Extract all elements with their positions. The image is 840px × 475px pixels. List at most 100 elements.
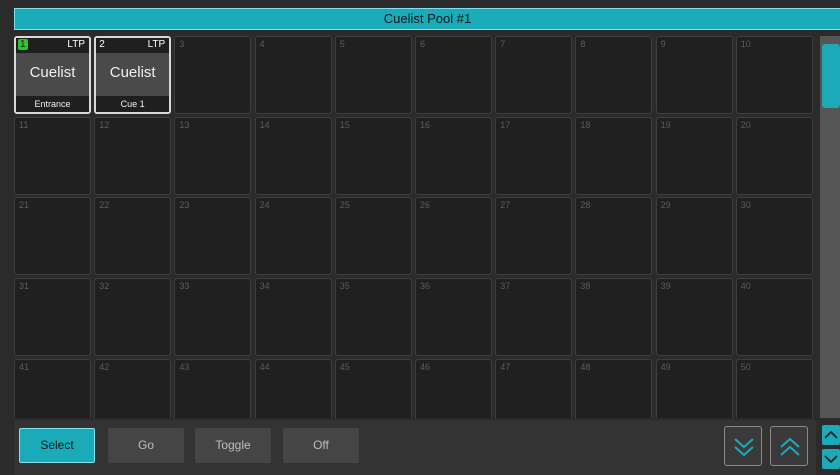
cell-number: 44 [259,361,270,372]
cuelist-pool-cell[interactable]: 9 [655,36,733,114]
cell-label: Entrance [16,96,89,112]
cell-number: 25 [339,200,350,211]
pool-title: Cuelist Pool #1 [383,11,472,26]
cell-number: 40 [740,281,751,292]
cuelist-pool-cell[interactable]: 8 [575,36,653,114]
cuelist-pool-cell[interactable]: 15 [334,116,412,195]
cell-number: 32 [99,281,110,292]
cuelist-pool-cell[interactable]: 43 [174,358,252,418]
cuelist-pool-cell[interactable]: 11 [14,116,91,195]
cell-number: 43 [179,361,190,372]
cuelist-pool-cell[interactable]: 45 [334,358,412,418]
cuelist-pool-cell[interactable]: 31 [14,278,91,357]
toggle-button[interactable]: Toggle [195,428,271,463]
pool-scrollbar[interactable] [820,36,840,418]
cuelist-pool-cell[interactable]: 16 [415,116,492,195]
cell-mode: LTP [147,39,166,50]
cell-title: Cuelist [29,64,76,81]
scroll-up-button[interactable] [822,425,840,445]
cuelist-pool-grid: 1 LTP Cuelist Entrance 2 LTP Cuelist Cue 134567… [14,36,816,418]
cuelist-pool-cell[interactable]: 38 [575,278,653,357]
cuelist-pool-cell[interactable]: 2 LTP Cuelist Cue 1 [94,36,172,114]
cuelist-pool-cell[interactable]: 48 [575,358,653,418]
page-up-button[interactable] [770,426,808,466]
cuelist-pool-cell[interactable]: 50 [735,358,813,418]
cell-number: 29 [660,200,671,211]
cuelist-pool-cell[interactable]: 42 [94,358,172,418]
cuelist-pool-cell[interactable]: 13 [174,116,252,195]
cell-number: 10 [740,39,751,49]
cuelist-pool-cell[interactable]: 35 [334,278,412,357]
cuelist-pool-cell[interactable]: 49 [655,358,733,418]
cell-number: 22 [99,200,110,211]
cuelist-pool-cell[interactable]: 17 [495,116,573,195]
cell-label: Cue 1 [96,96,170,112]
cuelist-pool-cell[interactable]: 44 [254,358,332,418]
cuelist-pool-cell[interactable]: 27 [495,197,573,276]
cell-number: 16 [420,119,431,130]
cuelist-pool-cell[interactable]: 1 LTP Cuelist Entrance [14,36,91,114]
cell-number: 12 [99,119,110,130]
cell-number: 24 [259,200,270,211]
cuelist-pool-cell[interactable]: 3 [174,36,252,114]
cell-number: 31 [19,281,30,292]
chevron-down-icon [824,455,838,464]
cell-number: 42 [99,361,110,372]
cell-number: 27 [500,200,511,211]
cuelist-pool-cell[interactable]: 32 [94,278,172,357]
cuelist-pool-cell[interactable]: 10 [735,36,813,114]
go-button[interactable]: Go [108,428,184,463]
cuelist-pool-cell[interactable]: 46 [415,358,492,418]
cuelist-pool-cell[interactable]: 33 [174,278,252,357]
off-button[interactable]: Off [283,428,359,463]
cuelist-pool-cell[interactable]: 4 [254,36,332,114]
cuelist-pool-cell[interactable]: 47 [495,358,573,418]
cuelist-pool-cell[interactable]: 7 [495,36,573,114]
cuelist-pool-cell[interactable]: 30 [735,197,813,276]
cuelist-pool-cell[interactable]: 6 [415,36,492,114]
cuelist-pool-cell[interactable]: 23 [174,197,252,276]
cuelist-pool-cell[interactable]: 39 [655,278,733,357]
cuelist-pool-cell[interactable]: 20 [735,116,813,195]
cell-number: 18 [580,119,591,130]
cuelist-pool-cell[interactable]: 21 [14,197,91,276]
cuelist-pool-cell[interactable]: 12 [94,116,172,195]
cell-number: 41 [19,361,30,372]
cell-number: 30 [740,200,751,211]
cell-number: 11 [19,119,29,130]
cell-number: 5 [339,39,345,49]
cell-number: 8 [580,39,586,49]
cuelist-pool-cell[interactable]: 25 [334,197,412,276]
cell-number: 45 [339,361,350,372]
scroll-down-button[interactable] [822,449,840,469]
cell-number: 3 [179,39,185,49]
cuelist-pool-cell[interactable]: 22 [94,197,172,276]
cuelist-pool-cell[interactable]: 40 [735,278,813,357]
scrollbar-thumb[interactable] [822,44,840,108]
pool-toolbar: Select Go Toggle Off [14,420,816,475]
cuelist-pool-cell[interactable]: 5 [334,36,412,114]
select-button[interactable]: Select [19,428,95,463]
cuelist-pool-cell[interactable]: 14 [254,116,332,195]
cuelist-pool-cell[interactable]: 34 [254,278,332,357]
cell-number: 46 [420,361,431,372]
pool-title-bar: Cuelist Pool #1 [14,8,840,30]
page-down-button[interactable] [724,426,762,466]
cell-number: 20 [740,119,751,130]
cuelist-pool-cell[interactable]: 26 [415,197,492,276]
cuelist-pool-cell[interactable]: 36 [415,278,492,357]
cuelist-pool-cell[interactable]: 24 [254,197,332,276]
cell-number: 33 [179,281,190,292]
cuelist-pool-cell[interactable]: 29 [655,197,733,276]
double-chevron-down-icon [734,438,754,457]
cuelist-pool-cell[interactable]: 37 [495,278,573,357]
cuelist-pool-cell[interactable]: 19 [655,116,733,195]
cuelist-pool-cell[interactable]: 18 [575,116,653,195]
cell-number: 38 [580,281,591,292]
cell-number: 50 [740,361,751,372]
cuelist-pool-cell[interactable]: 28 [575,197,653,276]
chevron-up-icon [824,430,838,439]
cell-number: 17 [500,119,511,130]
cell-number: 37 [500,281,511,292]
cuelist-pool-cell[interactable]: 41 [14,358,91,418]
